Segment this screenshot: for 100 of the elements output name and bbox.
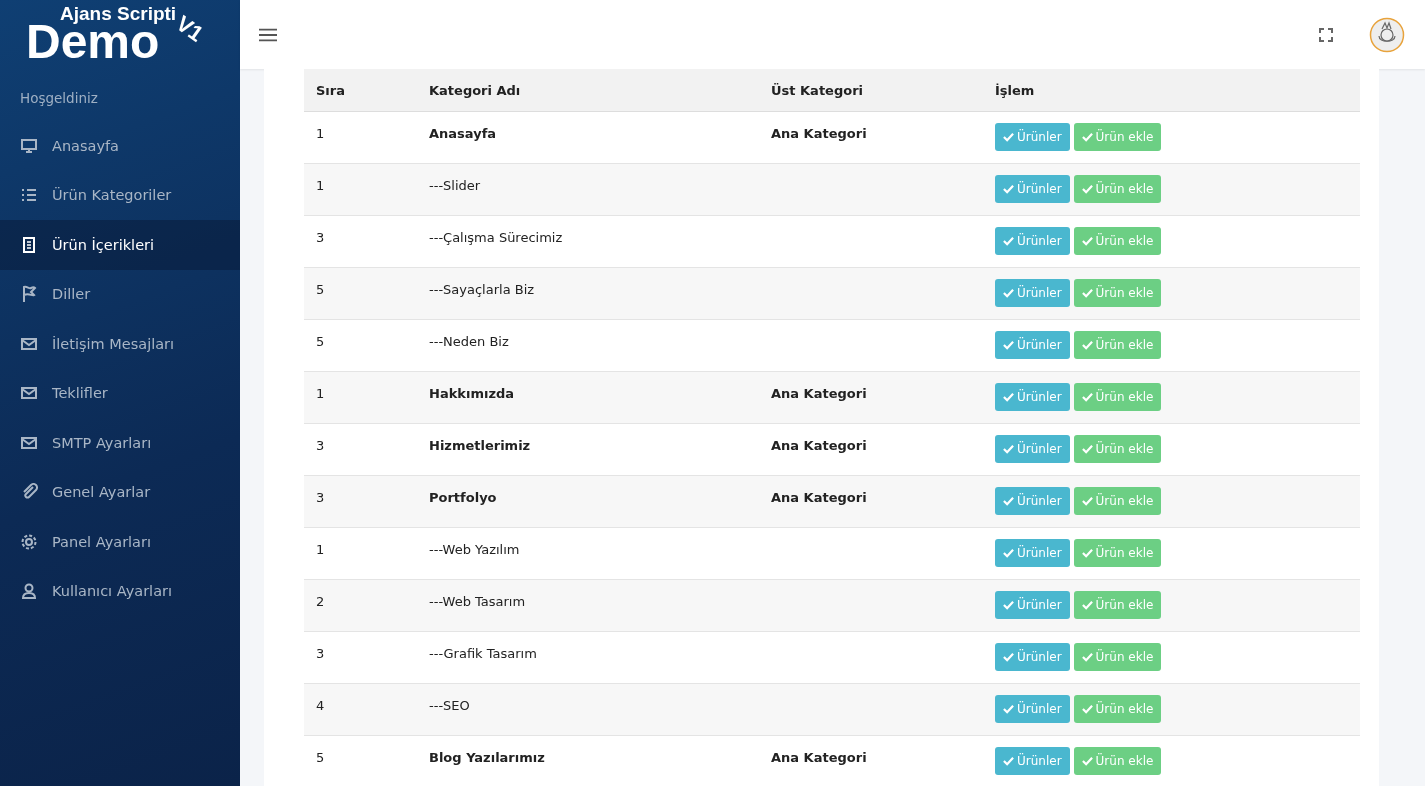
add-product-button[interactable]: Ürün ekle — [1073, 487, 1162, 515]
add-product-button[interactable]: Ürün ekle — [1073, 539, 1162, 567]
sidebar-item[interactable]: Panel Ayarları — [0, 517, 240, 567]
check-icon — [1081, 548, 1093, 558]
add-product-button[interactable]: Ürün ekle — [1073, 643, 1162, 671]
table-cell: Ana Kategori — [759, 371, 983, 424]
check-icon — [1003, 548, 1014, 558]
check-icon — [1003, 132, 1014, 142]
sidebar-item[interactable]: Anasayfa — [0, 121, 240, 171]
sidebar-item[interactable]: Genel Ayarlar — [0, 467, 240, 517]
products-button[interactable]: Ürünler — [995, 227, 1070, 255]
products-button[interactable]: Ürünler — [995, 539, 1070, 567]
check-icon — [1081, 288, 1093, 298]
check-icon — [1003, 184, 1014, 194]
table-cell: ---Neden Biz — [417, 319, 759, 372]
products-button[interactable]: Ürünler — [995, 123, 1070, 151]
table-cell: 1 — [304, 527, 417, 580]
sidebar-item[interactable]: Ürün İçerikleri — [0, 220, 240, 270]
add-product-button[interactable]: Ürün ekle — [1073, 123, 1162, 151]
products-button[interactable]: Ürünler — [995, 435, 1070, 463]
add-product-button[interactable]: Ürün ekle — [1073, 383, 1162, 411]
table-cell: 3 — [304, 423, 417, 476]
table-cell: Ana Kategori — [759, 735, 983, 786]
products-button[interactable]: Ürünler — [995, 695, 1070, 723]
add-product-button[interactable]: Ürün ekle — [1073, 591, 1162, 619]
check-icon — [1081, 600, 1093, 610]
column-header: Sıra — [304, 69, 417, 112]
check-icon — [1003, 236, 1014, 246]
check-icon — [1003, 392, 1014, 402]
table-cell: 5 — [304, 735, 417, 786]
column-header: Kategori Adı — [417, 69, 759, 112]
table-cell: Ana Kategori — [759, 475, 983, 528]
sidebar-item[interactable]: Teklifler — [0, 368, 240, 418]
products-button[interactable]: Ürünler — [995, 487, 1070, 515]
column-header: İşlem — [983, 69, 1360, 112]
check-icon — [1003, 288, 1014, 298]
table-cell: ---Çalışma Sürecimiz — [417, 215, 759, 268]
table-cell: Anasayfa — [417, 111, 759, 164]
table-cell: 3 — [304, 215, 417, 268]
check-icon — [1003, 652, 1014, 662]
add-product-button[interactable]: Ürün ekle — [1073, 279, 1162, 307]
check-icon — [1081, 704, 1093, 714]
table-cell: Hakkımızda — [417, 371, 759, 424]
check-icon — [1003, 600, 1014, 610]
table-cell: ---Grafik Tasarım — [417, 631, 759, 684]
add-product-button[interactable]: Ürün ekle — [1073, 331, 1162, 359]
table-cell: Ana Kategori — [759, 423, 983, 476]
table-cell: 3 — [304, 475, 417, 528]
table-cell: 3 — [304, 631, 417, 684]
table-cell: 2 — [304, 579, 417, 632]
table-cell: 1 — [304, 371, 417, 424]
products-button[interactable]: Ürünler — [995, 383, 1070, 411]
table-cell: 1 — [304, 163, 417, 216]
greeting-text: Hoşgeldiniz — [19, 89, 99, 108]
table-cell: 4 — [304, 683, 417, 736]
products-button[interactable]: Ürünler — [995, 643, 1070, 671]
check-icon — [1081, 496, 1093, 506]
column-header: Üst Kategori — [759, 69, 983, 112]
add-product-button[interactable]: Ürün ekle — [1073, 175, 1162, 203]
table-cell: ---SEO — [417, 683, 759, 736]
table-cell: Hizmetlerimiz — [417, 423, 759, 476]
check-icon — [1081, 236, 1093, 246]
table-cell: Ana Kategori — [759, 111, 983, 164]
add-product-button[interactable]: Ürün ekle — [1073, 435, 1162, 463]
products-button[interactable]: Ürünler — [995, 747, 1070, 775]
check-icon — [1003, 756, 1014, 766]
flag-icon — [20, 285, 38, 304]
sidebar-item[interactable]: Diller — [0, 269, 240, 319]
table-cell: 5 — [304, 319, 417, 372]
menu-icon[interactable] — [259, 27, 277, 42]
check-icon — [1081, 756, 1093, 766]
table-cell: 5 — [304, 267, 417, 320]
check-icon — [1003, 496, 1014, 506]
monitor-icon — [20, 136, 38, 155]
table-cell: ---Slider — [417, 163, 759, 216]
check-icon — [1081, 340, 1093, 350]
table-cell: ---Web Tasarım — [417, 579, 759, 632]
document-icon — [20, 235, 38, 254]
table-cell: ---Sayaçlarla Biz — [417, 267, 759, 320]
add-product-button[interactable]: Ürün ekle — [1073, 227, 1162, 255]
table-cell: Portfolyo — [417, 475, 759, 528]
sidebar-item[interactable]: Ürün Kategoriler — [0, 170, 240, 220]
sidebar-item[interactable]: Kullanıcı Ayarları — [0, 566, 240, 616]
fullscreen-icon[interactable] — [1319, 27, 1333, 42]
products-button[interactable]: Ürünler — [995, 591, 1070, 619]
logo-subtitle: Ajans Scripti — [60, 4, 177, 24]
add-product-button[interactable]: Ürün ekle — [1073, 747, 1162, 775]
check-icon — [1003, 340, 1014, 350]
avatar-icon[interactable] — [1369, 16, 1405, 53]
products-button[interactable]: Ürünler — [995, 175, 1070, 203]
products-button[interactable]: Ürünler — [995, 331, 1070, 359]
products-button[interactable]: Ürünler — [995, 279, 1070, 307]
check-icon — [1081, 184, 1093, 194]
gear-icon — [20, 532, 38, 551]
logo-title: Demo — [26, 25, 160, 59]
add-product-button[interactable]: Ürün ekle — [1073, 695, 1162, 723]
user-icon — [20, 582, 38, 601]
check-icon — [1081, 392, 1093, 402]
sidebar-item[interactable]: SMTP Ayarları — [0, 418, 240, 468]
sidebar-item[interactable]: İletişim Mesajları — [0, 319, 240, 369]
